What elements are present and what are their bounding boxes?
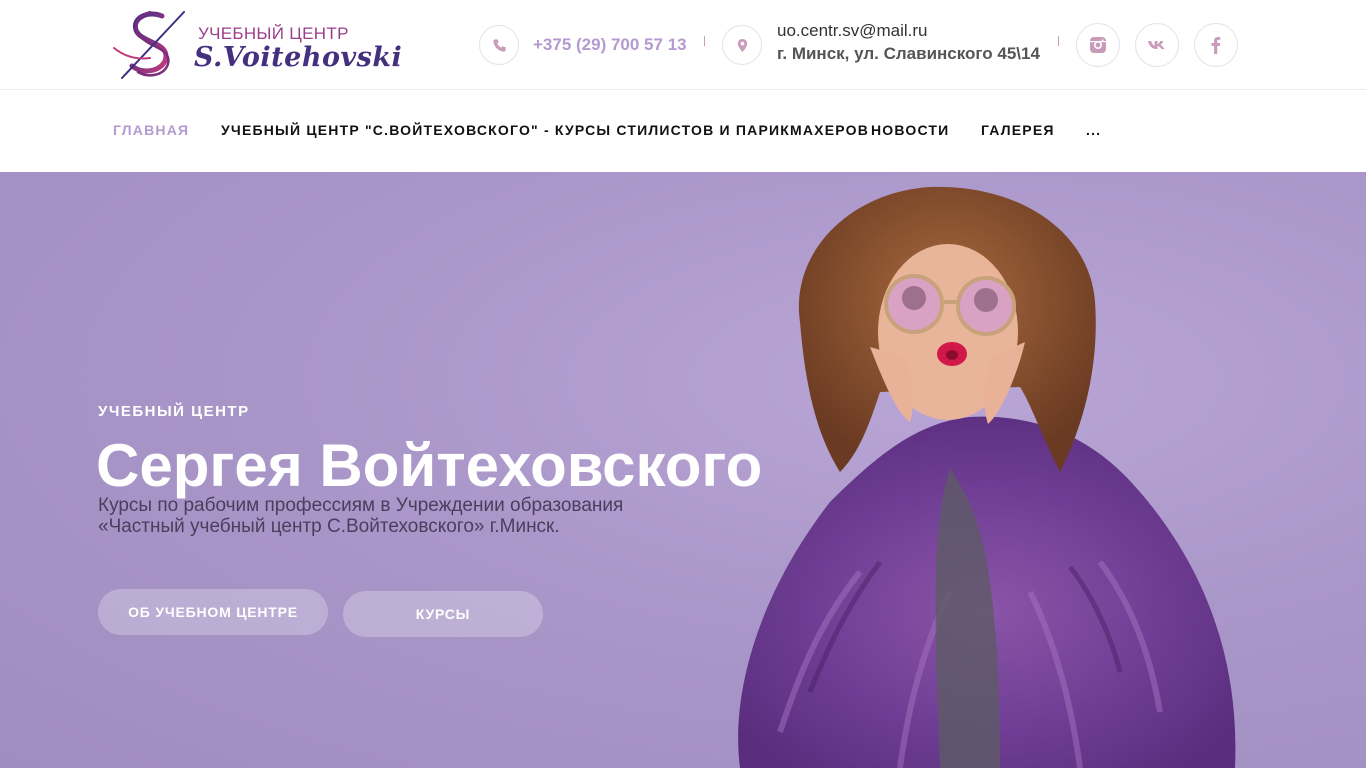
nav-item-training-center[interactable]: УЧЕБНЫЙ ЦЕНТР "С.ВОЙТЕХОВСКОГО" - КУРСЫ … [221, 122, 869, 138]
header-divider [1058, 36, 1059, 46]
site-logo[interactable]: УЧЕБНЫЙ ЦЕНТР S.Voitehovski [110, 8, 402, 82]
hero-banner: УЧЕБНЫЙ ЦЕНТР Сергея Войтеховского Курсы… [0, 172, 1366, 768]
phone-link[interactable]: +375 (29) 700 57 13 [533, 35, 687, 55]
facebook-button[interactable] [1194, 23, 1238, 67]
header-divider [704, 36, 705, 46]
logo-text-line1: УЧЕБНЫЙ ЦЕНТР [198, 24, 349, 43]
hero-title: Сергея Войтеховского [96, 432, 763, 499]
facebook-icon [1211, 37, 1221, 54]
logo-mark-icon [113, 10, 185, 79]
courses-button[interactable]: КУРСЫ [343, 591, 543, 637]
nav-item-gallery[interactable]: ГАЛЕРЕЯ [981, 122, 1055, 138]
logo-text-line2: S.Voitehovski [194, 42, 403, 73]
instagram-icon [1090, 37, 1106, 53]
nav-item-home[interactable]: ГЛАВНАЯ [113, 122, 189, 138]
hero-description-line2: «Частный учебный центр С.Войтеховского» … [98, 516, 560, 537]
nav-item-more[interactable]: ... [1086, 122, 1101, 138]
location-pin-icon [722, 25, 762, 65]
email-text[interactable]: uo.centr.sv@mail.ru [777, 21, 927, 41]
address-text: г. Минск, ул. Славинского 45\14 [777, 44, 1040, 63]
main-nav: ГЛАВНАЯ УЧЕБНЫЙ ЦЕНТР "С.ВОЙТЕХОВСКОГО" … [0, 91, 1366, 172]
nav-item-news[interactable]: НОВОСТИ [871, 122, 949, 138]
top-header: УЧЕБНЫЙ ЦЕНТР S.Voitehovski +375 (29) 70… [0, 0, 1366, 90]
hero-photo [738, 186, 1236, 768]
hero-eyebrow: УЧЕБНЫЙ ЦЕНТР [98, 403, 250, 420]
hero-description-line1: Курсы по рабочим профессиям в Учреждении… [98, 495, 624, 516]
vk-icon [1148, 41, 1165, 49]
vk-button[interactable] [1135, 23, 1179, 67]
phone-icon [479, 25, 519, 65]
about-center-button[interactable]: ОБ УЧЕБНОМ ЦЕНТРЕ [98, 589, 328, 635]
instagram-button[interactable] [1076, 23, 1120, 67]
